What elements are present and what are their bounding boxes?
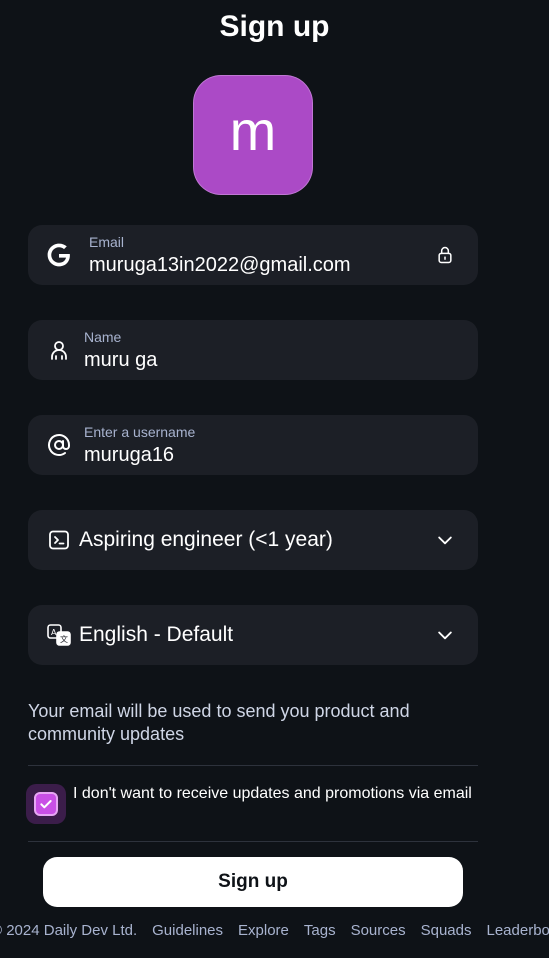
footer-copyright: © 2024 Daily Dev Ltd.: [0, 922, 138, 939]
user-icon: [44, 320, 74, 380]
signup-button[interactable]: Sign up: [43, 857, 463, 907]
divider: [28, 841, 478, 842]
name-label: Name: [84, 329, 122, 345]
footer-link-squads[interactable]: Squads: [421, 922, 472, 942]
svg-text:文: 文: [60, 634, 68, 644]
terminal-icon: [44, 510, 74, 570]
footer-link-explore[interactable]: Explore: [238, 922, 289, 942]
name-value: muru ga: [84, 349, 158, 371]
translate-icon: A 文: [44, 605, 74, 665]
name-field[interactable]: Name muru ga: [28, 320, 478, 380]
chevron-down-icon[interactable]: [430, 510, 460, 570]
optout-checkbox[interactable]: [26, 784, 66, 824]
google-icon: [44, 225, 74, 285]
svg-text:A: A: [51, 628, 57, 637]
avatar-letter: m: [229, 99, 277, 162]
email-field[interactable]: Email muruga13in2022@gmail.com: [28, 225, 478, 285]
language-value: English - Default: [79, 623, 234, 646]
username-label: Enter a username: [84, 424, 196, 440]
email-label: Email: [89, 234, 125, 250]
experience-select[interactable]: Aspiring engineer (<1 year): [28, 510, 478, 570]
footer-link-guidelines[interactable]: Guidelines: [152, 922, 223, 942]
at-icon: [44, 415, 74, 475]
lock-icon: [430, 225, 460, 285]
signup-page: Sign up m Email muruga13in2022@gmail.com: [0, 0, 549, 958]
email-usage-notice: Your email will be used to send you prod…: [28, 701, 410, 744]
experience-value: Aspiring engineer (<1 year): [79, 528, 333, 551]
chevron-down-icon[interactable]: [430, 605, 460, 665]
language-select[interactable]: A 文 English - Default: [28, 605, 478, 665]
footer: © 2024 Daily Dev Ltd. Guidelines Explore…: [0, 922, 549, 942]
footer-link-tags[interactable]: Tags: [304, 922, 336, 942]
optout-label[interactable]: I don't want to receive updates and prom…: [73, 782, 473, 805]
email-value: muruga13in2022@gmail.com: [89, 254, 351, 276]
footer-link-leaderboard[interactable]: Leaderboard: [486, 922, 549, 942]
checkmark-icon: [34, 792, 58, 816]
username-value: muruga16: [84, 444, 175, 466]
page-title: Sign up: [219, 10, 330, 43]
username-field[interactable]: Enter a username muruga16: [28, 415, 478, 475]
avatar[interactable]: m: [193, 75, 313, 195]
divider: [28, 765, 478, 766]
footer-link-sources[interactable]: Sources: [351, 922, 406, 942]
